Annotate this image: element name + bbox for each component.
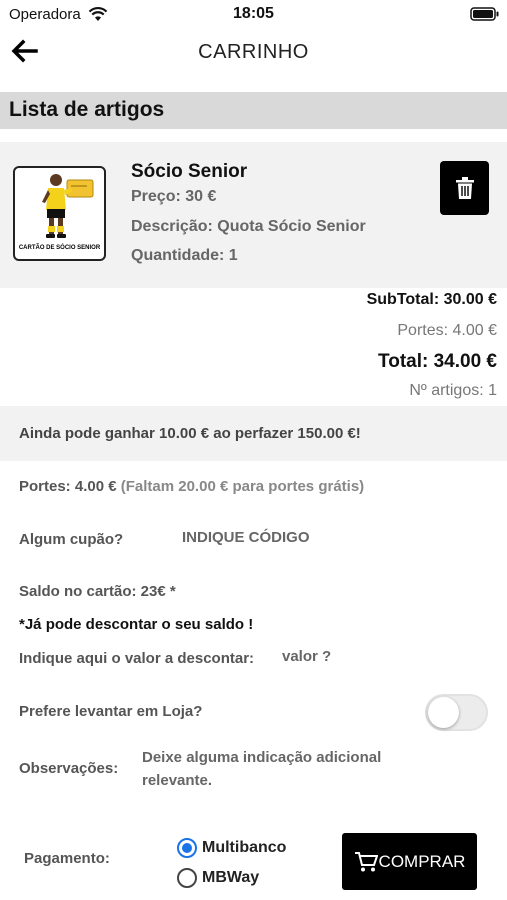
toggle-knob <box>428 697 459 728</box>
observations-label: Observações: <box>19 760 119 777</box>
item-thumbnail: CARTÃO DE SÓCIO SENIOR <box>13 166 106 261</box>
navigation-bar: CARRINHO <box>0 30 507 74</box>
payment-option-multibanco[interactable]: Multibanco <box>177 838 286 858</box>
shipping-label: Portes: 4.00 € <box>19 478 117 495</box>
shopping-cart-icon <box>354 851 378 871</box>
observations-input[interactable]: Deixe alguma indicação adicional relevan… <box>142 746 422 792</box>
buy-button[interactable]: COMPRAR <box>342 833 477 890</box>
pickup-label: Prefere levantar em Loja? <box>19 703 203 720</box>
payment-option-label: Multibanco <box>202 839 287 856</box>
discount-label: Indique aqui o valor a descontar: <box>19 650 255 667</box>
radio-unchecked-icon[interactable] <box>177 868 197 888</box>
payment-option-label: MBWay <box>202 869 260 886</box>
pickup-toggle[interactable] <box>425 694 488 731</box>
promo-banner: Ainda pode ganhar 10.00 € ao perfazer 15… <box>0 406 507 461</box>
radio-checked-icon[interactable] <box>177 838 197 858</box>
item-name: Sócio Senior <box>131 161 248 182</box>
delete-item-button[interactable] <box>440 161 489 215</box>
trash-icon <box>455 177 474 199</box>
item-price: Preço: 30 € <box>131 188 217 205</box>
shipping-info: Portes: 4.00 € (Faltam 20.00 € para port… <box>19 478 364 495</box>
thumbnail-caption: CARTÃO DE SÓCIO SENIOR <box>18 245 101 251</box>
free-shipping-note: (Faltam 20.00 € para portes grátis) <box>120 478 365 495</box>
balance-notice: *Já pode descontar o seu saldo ! <box>19 616 254 633</box>
item-count: Nº artigos: 1 <box>409 382 497 399</box>
status-time: 18:05 <box>233 5 274 22</box>
coupon-label: Algum cupão? <box>19 531 124 548</box>
item-quantity: Quantidade: 1 <box>131 247 238 264</box>
status-bar: Operadora 18:05 <box>0 0 507 30</box>
order-total: Total: 34.00 € <box>378 351 497 372</box>
subtotal: SubTotal: 30.00 € <box>366 291 497 308</box>
buy-button-label: COMPRAR <box>378 851 466 871</box>
battery-icon <box>470 7 499 21</box>
item-description: Descrição: Quota Sócio Senior <box>131 218 366 235</box>
card-balance: Saldo no cartão: 23€ * <box>19 583 176 600</box>
page-title: CARRINHO <box>198 41 309 63</box>
cart-item: CARTÃO DE SÓCIO SENIOR Sócio Senior Preç… <box>0 142 507 288</box>
payment-option-mbway[interactable]: MBWay <box>177 868 259 888</box>
coupon-input[interactable]: INDIQUE CÓDIGO <box>182 529 310 546</box>
payment-label: Pagamento: <box>24 850 110 867</box>
list-header: Lista de artigos <box>0 92 507 129</box>
shipping-cost: Portes: 4.00 € <box>397 322 497 339</box>
discount-input[interactable]: valor ? <box>282 648 331 665</box>
